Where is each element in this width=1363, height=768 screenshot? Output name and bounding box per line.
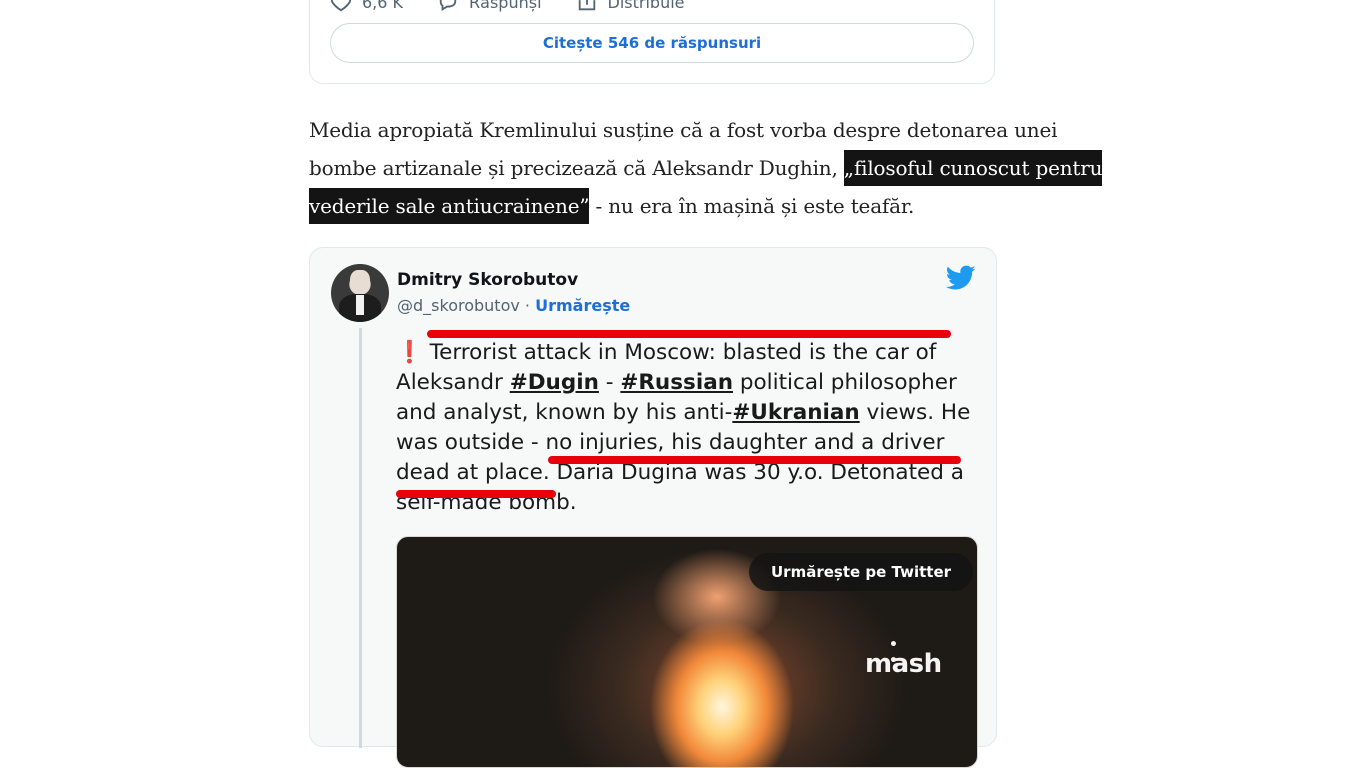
heart-icon: [330, 0, 352, 12]
avatar[interactable]: [331, 264, 389, 322]
reply-label: Răspunși: [469, 0, 542, 12]
hashtag-dugin[interactable]: #Dugin: [510, 370, 599, 395]
tweet-video-thumbnail[interactable]: Urmărește pe Twitter • • mash: [396, 536, 978, 768]
embedded-tweet[interactable]: Dmitry Skorobutov @d_skorobutov · Urmăre…: [309, 247, 997, 768]
author-handle-line: @d_skorobutov · Urmărește: [397, 296, 630, 315]
mash-dots: • •: [889, 637, 908, 669]
read-replies-button[interactable]: Citește 546 de răspunsuri: [330, 23, 974, 63]
thread-line: [359, 328, 362, 748]
exclamation-icon: ❗: [396, 340, 423, 365]
like-action[interactable]: 6,6 K: [330, 0, 403, 13]
reply-action[interactable]: Răspunși: [437, 0, 542, 13]
red-underline-top: [427, 330, 951, 338]
author-handle[interactable]: @d_skorobutov: [397, 296, 520, 315]
article-paragraph: Media apropiată Kremlinului susține că a…: [309, 111, 1119, 225]
separator: ·: [519, 296, 536, 315]
like-count: 6,6 K: [362, 0, 404, 12]
red-underline-middle: [548, 456, 961, 464]
mash-watermark: • • mash: [865, 637, 942, 679]
reply-icon: [439, 0, 457, 11]
share-icon: [578, 0, 595, 11]
follow-on-twitter-button[interactable]: Urmărește pe Twitter: [749, 553, 974, 591]
share-label: Distribuie: [607, 0, 685, 12]
red-underline-bottom: [396, 490, 556, 498]
hashtag-ukranian[interactable]: #Ukranian: [732, 400, 859, 425]
twitter-bird-icon[interactable]: [946, 265, 976, 291]
hashtag-russian[interactable]: #Russian: [620, 370, 733, 395]
author-name[interactable]: Dmitry Skorobutov: [397, 270, 578, 290]
paragraph-text-end: - nu era în mașină și este teafăr.: [589, 194, 915, 218]
share-action[interactable]: Distribuie: [576, 0, 685, 13]
tweet-actions: 6,6 K Răspunși Distribuie: [330, 0, 685, 13]
previous-tweet-card: 6,6 K Răspunși Distribuie Citește 546 de…: [309, 0, 995, 84]
tweet-text-part: -: [598, 370, 621, 395]
follow-link[interactable]: Urmărește: [535, 296, 630, 315]
